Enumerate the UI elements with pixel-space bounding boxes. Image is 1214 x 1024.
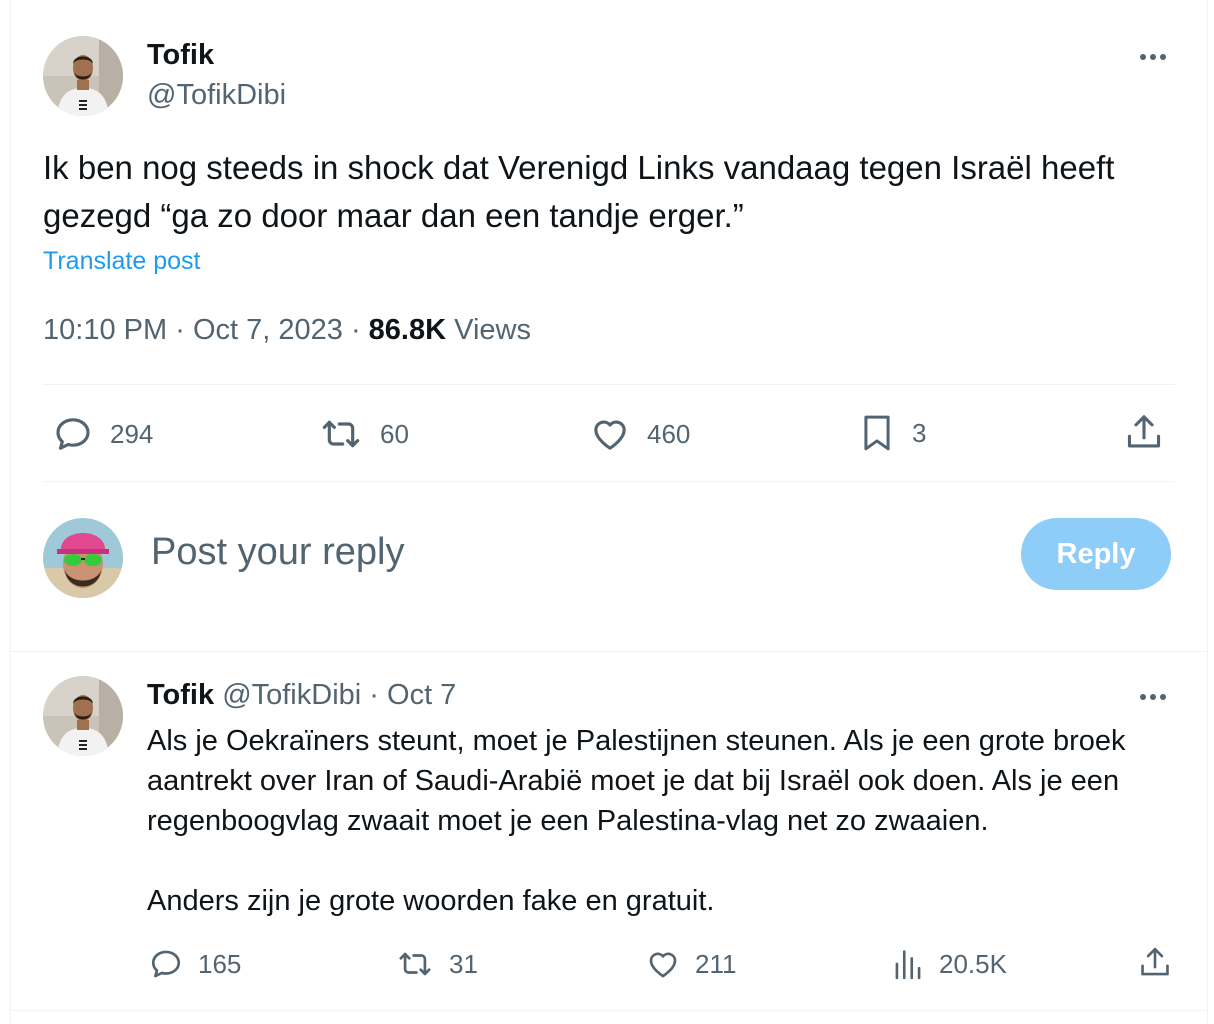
divider	[43, 481, 1175, 482]
translate-post-link[interactable]: Translate post	[43, 247, 200, 276]
tweet-date[interactable]: Oct 7, 2023	[193, 314, 343, 346]
current-user-avatar[interactable]	[43, 518, 123, 598]
views-count: 20.5K	[939, 948, 1007, 979]
divider	[10, 651, 1208, 652]
heart-icon	[594, 420, 626, 450]
views-count: 86.8K	[368, 314, 447, 346]
speech-bubble-icon	[151, 950, 181, 978]
like-action[interactable]: 211	[645, 947, 736, 981]
reply-separator: ·	[369, 679, 379, 711]
repost-arrows-icon	[399, 952, 431, 976]
reply-paragraph: Als je Oekraïners steunt, moet je Palest…	[147, 725, 1126, 837]
repost-arrows-icon	[322, 420, 360, 448]
repost-count: 31	[449, 948, 478, 979]
meta-separator: ·	[350, 314, 361, 346]
reply-input[interactable]: Post your reply	[151, 531, 404, 574]
bookmark-action[interactable]: 3	[858, 412, 926, 454]
meta-separator: ·	[175, 314, 185, 346]
repost-action[interactable]: 60	[318, 414, 409, 454]
more-options-icon[interactable]	[1140, 692, 1170, 702]
author-avatar[interactable]	[43, 36, 123, 116]
reply-author-handle[interactable]: @TofikDibi	[222, 679, 361, 711]
bookmark-icon	[864, 415, 890, 451]
reply-count: 294	[110, 418, 154, 449]
more-options-icon[interactable]	[1140, 52, 1170, 62]
reply-date[interactable]: Oct 7	[387, 679, 456, 711]
bookmark-count: 3	[912, 417, 927, 448]
reply-action[interactable]: 165	[148, 947, 241, 981]
repost-action[interactable]: 31	[395, 947, 478, 981]
divider	[43, 384, 1175, 385]
reply-button[interactable]: Reply	[1021, 518, 1171, 590]
tweet-text: Ik ben nog steeds in shock dat Verenigd …	[43, 149, 1115, 234]
reply-header: Tofik @TofikDibi · Oct 7	[147, 679, 456, 712]
like-action[interactable]: 460	[589, 414, 690, 454]
author-name[interactable]: Tofik	[147, 39, 214, 72]
author-handle[interactable]: @TofikDibi	[147, 79, 286, 112]
share-action[interactable]	[1124, 412, 1164, 454]
tweet-time[interactable]: 10:10 PM	[43, 314, 167, 346]
reply-author-avatar[interactable]	[43, 676, 123, 756]
reply-count: 165	[198, 948, 242, 979]
repost-count: 60	[380, 418, 409, 449]
speech-bubble-icon	[56, 418, 90, 450]
reply-paragraph: Anders zijn je grote woorden fake en gra…	[147, 885, 715, 917]
reply-text: Als je Oekraïners steunt, moet je Palest…	[147, 721, 1187, 921]
views-action[interactable]: 20.5K	[891, 946, 1007, 982]
share-upload-icon	[1127, 415, 1161, 448]
like-count: 460	[647, 418, 691, 449]
share-action[interactable]	[1138, 945, 1172, 981]
views-label: Views	[454, 314, 531, 346]
share-upload-icon	[1141, 947, 1169, 976]
reply-action[interactable]: 294	[52, 414, 153, 454]
reply-author-name[interactable]: Tofik	[147, 679, 214, 711]
like-count: 211	[695, 948, 737, 979]
bar-chart-icon	[895, 950, 921, 980]
divider	[10, 1010, 1208, 1011]
heart-icon	[649, 952, 677, 978]
tweet-meta: 10:10 PM · Oct 7, 2023 · 86.8K Views	[43, 314, 531, 347]
